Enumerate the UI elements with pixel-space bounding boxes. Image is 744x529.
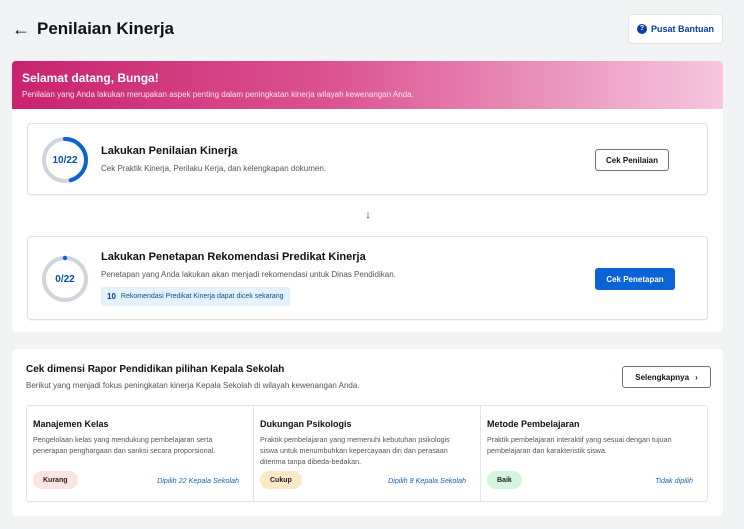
help-center-button[interactable]: ? Pusat Bantuan: [628, 14, 723, 44]
welcome-banner: Selamat datang, Bunga! Penilaian yang An…: [12, 61, 723, 109]
chevron-right-icon: ›: [695, 372, 698, 382]
page-title: Penilaian Kinerja: [37, 19, 174, 38]
step-title: Lakukan Penetapan Rekomendasi Predikat K…: [101, 251, 366, 263]
dimension-title: Manajemen Kelas: [33, 419, 109, 429]
step-title: Lakukan Penilaian Kinerja: [101, 145, 238, 157]
recommendation-text: Rekomendasi Predikat Kinerja dapat dicek…: [120, 293, 284, 300]
welcome-title: Selamat datang, Bunga!: [22, 71, 159, 85]
rapor-subtitle: Berikut yang menjadi fokus peningkatan k…: [26, 381, 360, 390]
back-arrow-icon[interactable]: ←: [12, 19, 30, 39]
selengkapnya-button[interactable]: Selengkapnya ›: [622, 366, 711, 388]
status-badge: Cukup: [260, 471, 302, 489]
cek-penilaian-button[interactable]: Cek Penilaian: [595, 149, 669, 171]
progress-ring: 0/22: [40, 254, 90, 304]
step-description: Cek Praktik Kinerja, Perilaku Kerja, dan…: [101, 164, 327, 173]
dimension-title: Metode Pembelajaran: [487, 419, 580, 429]
recommendation-info-chip: 10 Rekomendasi Predikat Kinerja dapat di…: [101, 287, 290, 306]
progress-label: 0/22: [55, 273, 75, 285]
step-card-determination: 0/22 Lakukan Penetapan Rekomendasi Predi…: [27, 236, 708, 320]
step-card-assessment: 10/22 Lakukan Penilaian Kinerja Cek Prak…: [27, 123, 708, 195]
assessment-panel: Selamat datang, Bunga! Penilaian yang An…: [12, 61, 723, 332]
dimension-description: Praktik pembelajaran interaktif yang ses…: [487, 435, 672, 455]
chosen-count: Dipilih 8 Kepala Sekolah: [388, 476, 466, 485]
help-center-label: Pusat Bantuan: [650, 24, 714, 34]
dimension-title: Dukungan Psikologis: [260, 419, 352, 429]
dimension-card: Dukungan Psikologis Praktik pembelajaran…: [253, 406, 480, 501]
page-header: ← Penilaian Kinerja ? Pusat Bantuan: [0, 0, 744, 60]
dimension-description: Pengelolaan kelas yang mendukung pembela…: [33, 435, 216, 455]
selengkapnya-label: Selengkapnya: [635, 372, 690, 382]
cek-penetapan-button[interactable]: Cek Penetapan: [595, 268, 675, 290]
step-description: Penetapan yang Anda lakukan akan menjadi…: [101, 270, 396, 279]
progress-ring: 10/22: [40, 135, 90, 185]
rapor-title: Cek dimensi Rapor Pendidikan pilihan Kep…: [26, 364, 285, 375]
question-circle-icon: ?: [636, 24, 647, 34]
arrow-down-icon: ↓: [365, 209, 371, 221]
dimension-description: Praktik pembelajaran yang memenuhi kebut…: [260, 435, 450, 466]
chosen-count: Tidak dipilih: [655, 476, 693, 485]
rapor-panel: Cek dimensi Rapor Pendidikan pilihan Kep…: [12, 349, 723, 516]
status-badge: Kurang: [33, 471, 78, 489]
dimension-list: Manajemen Kelas Pengelolaan kelas yang m…: [26, 405, 708, 502]
welcome-subtitle: Penilaian yang Anda lakukan merupakan as…: [22, 90, 414, 99]
status-badge: Baik: [487, 471, 522, 489]
progress-label: 10/22: [52, 154, 78, 166]
dimension-card: Metode Pembelajaran Praktik pembelajaran…: [480, 406, 707, 501]
dimension-card: Manajemen Kelas Pengelolaan kelas yang m…: [27, 406, 253, 501]
chosen-count: Dipilih 22 Kepala Sekolah: [157, 476, 239, 485]
recommendation-count: 10: [107, 292, 116, 301]
